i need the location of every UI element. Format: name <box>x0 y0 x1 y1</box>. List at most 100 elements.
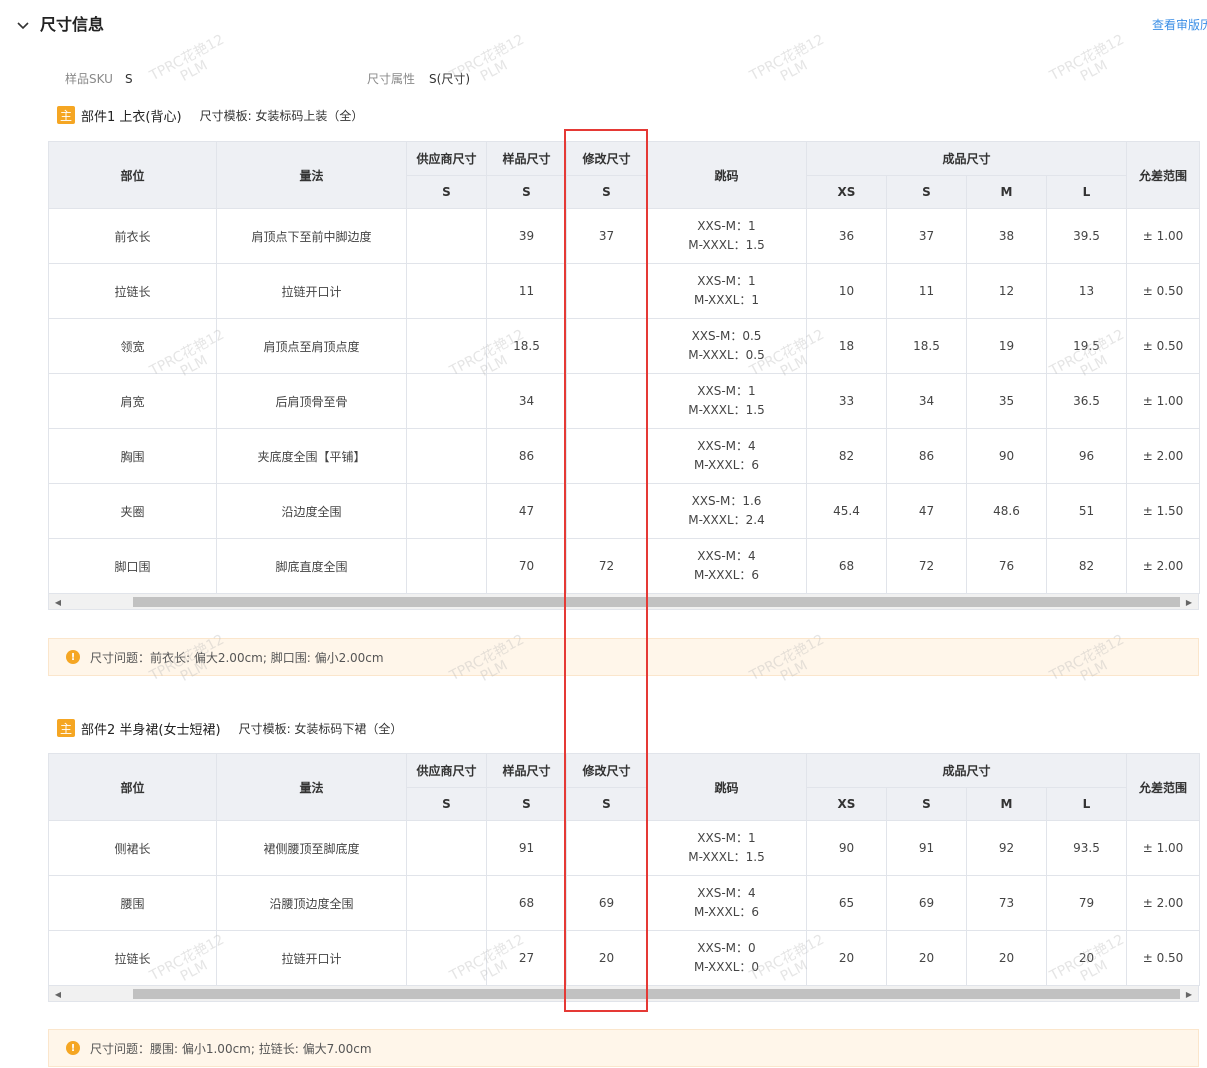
cell-size-l: 19.5 <box>1045 318 1128 374</box>
cell-modify-size <box>566 318 647 374</box>
cell-size-xs: 82 <box>806 428 887 484</box>
cell-size-xs: 20 <box>806 930 887 986</box>
size-table-part1: 部位 量法 供应商尺寸 样品尺寸 修改尺寸 跳码 成品尺寸 允差范围 S S S… <box>48 141 1201 610</box>
cell-jump: XXS-M：0 M-XXXL：0 <box>646 930 807 986</box>
warning-icon: ! <box>66 650 80 664</box>
horizontal-scrollbar[interactable]: ◀ ▶ <box>48 594 1199 610</box>
jump-line: XXS-M：4 <box>697 439 756 453</box>
size-attr-field: 尺寸属性 S(尺寸) <box>367 70 470 87</box>
scroll-right-icon[interactable]: ▶ <box>1182 595 1196 609</box>
view-review-history-link[interactable]: 查看审版历 <box>1152 16 1207 33</box>
cell-tolerance: ± 1.00 <box>1126 820 1201 876</box>
cell-size-m: 73 <box>966 875 1047 931</box>
cell-modify-size <box>566 373 647 429</box>
size-issue-text: 尺寸问题：腰围: 偏小1.00cm; 拉链长: 偏大7.00cm <box>90 1041 372 1056</box>
main-badge: 主 <box>57 106 75 124</box>
header-method: 量法 <box>216 141 407 209</box>
main-badge: 主 <box>57 719 75 737</box>
header-part: 部位 <box>48 753 217 821</box>
cell-method: 沿腰顶边度全围 <box>216 875 407 931</box>
cell-method: 拉链开口计 <box>216 263 407 319</box>
table-row: 领宽 肩顶点至肩顶点度 18.5 XXS-M：0.5 M-XXXL：0.5 18 18.5 1… <box>48 318 1201 374</box>
table-row: 胸围 夹底度全围【平铺】 86 XXS-M：4 M-XXXL：6 82 86 90 96 ± 2.… <box>48 428 1201 484</box>
chevron-down-icon[interactable] <box>17 16 29 35</box>
cell-size-l: 96 <box>1045 428 1128 484</box>
header-size-s: S <box>886 175 967 209</box>
cell-method: 夹底度全围【平铺】 <box>216 428 407 484</box>
cell-size-s: 86 <box>886 428 967 484</box>
cell-size-m: 90 <box>966 428 1047 484</box>
cell-part: 脚口围 <box>48 538 217 594</box>
cell-sample-size: 86 <box>486 428 567 484</box>
cell-size-xs: 36 <box>806 208 887 264</box>
sku-field: 样品SKU S <box>65 70 133 87</box>
cell-tolerance: ± 0.50 <box>1126 263 1201 319</box>
cell-tolerance: ± 2.00 <box>1126 428 1201 484</box>
header-size-s: S <box>566 787 647 821</box>
cell-modify-size <box>566 820 647 876</box>
cell-jump: XXS-M：1 M-XXXL：1.5 <box>646 373 807 429</box>
cell-modify-size: 20 <box>566 930 647 986</box>
header-supplier-size: 供应商尺寸 <box>406 753 487 788</box>
header-size-xs: XS <box>806 175 887 209</box>
jump-line: M-XXXL：6 <box>693 905 760 919</box>
size-template: 尺寸模板: 女装标码上装（全） <box>199 108 364 123</box>
cell-size-s: 47 <box>886 483 967 539</box>
cell-size-xs: 33 <box>806 373 887 429</box>
header-sample-size: 样品尺寸 <box>486 753 567 788</box>
cell-modify-size: 69 <box>566 875 647 931</box>
cell-size-s: 34 <box>886 373 967 429</box>
cell-jump: XXS-M：1 M-XXXL：1.5 <box>646 820 807 876</box>
cell-part: 侧裙长 <box>48 820 217 876</box>
cell-sample-size: 11 <box>486 263 567 319</box>
warning-icon: ! <box>66 1041 80 1055</box>
header-supplier-size: 供应商尺寸 <box>406 141 487 176</box>
cell-size-l: 93.5 <box>1045 820 1128 876</box>
cell-sample-size: 91 <box>486 820 567 876</box>
cell-modify-size: 37 <box>566 208 647 264</box>
jump-line: M-XXXL：0 <box>693 960 760 974</box>
cell-modify-size <box>566 263 647 319</box>
scrollbar-thumb[interactable] <box>133 597 1180 607</box>
cell-sample-size: 68 <box>486 875 567 931</box>
watermark-line: PLM <box>1077 57 1111 85</box>
scroll-right-icon[interactable]: ▶ <box>1182 987 1196 1001</box>
cell-size-l: 20 <box>1045 930 1128 986</box>
cell-size-m: 48.6 <box>966 483 1047 539</box>
cell-modify-size <box>566 483 647 539</box>
cell-size-xs: 90 <box>806 820 887 876</box>
cell-size-m: 12 <box>966 263 1047 319</box>
part-title: 主 部件1 上衣(背心) 尺寸模板: 女装标码上装（全） <box>57 104 363 126</box>
cell-modify-size: 72 <box>566 538 647 594</box>
cell-size-m: 20 <box>966 930 1047 986</box>
table-row: 拉链长 拉链开口计 27 20 XXS-M：0 M-XXXL：0 20 20 20 20 ± 0.5… <box>48 930 1201 986</box>
size-attr-label: 尺寸属性 <box>367 72 416 86</box>
cell-tolerance: ± 1.50 <box>1126 483 1201 539</box>
scrollbar-thumb[interactable] <box>133 989 1180 999</box>
cell-supplier-size <box>406 930 487 986</box>
jump-line: XXS-M：0.5 <box>691 329 762 343</box>
cell-part: 夹圈 <box>48 483 217 539</box>
cell-jump: XXS-M：1.6 M-XXXL：2.4 <box>646 483 807 539</box>
cell-size-xs: 18 <box>806 318 887 374</box>
header-sample-size: 样品尺寸 <box>486 141 567 176</box>
cell-supplier-size <box>406 208 487 264</box>
scroll-left-icon[interactable]: ◀ <box>51 987 65 1001</box>
cell-size-m: 92 <box>966 820 1047 876</box>
header-size-s: S <box>566 175 647 209</box>
header-size-s: S <box>486 175 567 209</box>
header-part: 部位 <box>48 141 217 209</box>
cell-part: 前衣长 <box>48 208 217 264</box>
cell-tolerance: ± 1.00 <box>1126 208 1201 264</box>
cell-size-m: 35 <box>966 373 1047 429</box>
cell-method: 肩顶点至肩顶点度 <box>216 318 407 374</box>
horizontal-scrollbar[interactable]: ◀ ▶ <box>48 986 1199 1002</box>
header-size-l: L <box>1045 175 1128 209</box>
cell-method: 拉链开口计 <box>216 930 407 986</box>
cell-size-l: 79 <box>1045 875 1128 931</box>
jump-line: M-XXXL：6 <box>693 458 760 472</box>
cell-size-xs: 65 <box>806 875 887 931</box>
table-row: 拉链长 拉链开口计 11 XXS-M：1 M-XXXL：1 10 11 12 13 ± 0.50 <box>48 263 1201 319</box>
scroll-left-icon[interactable]: ◀ <box>51 595 65 609</box>
cell-method: 肩顶点下至前中脚边度 <box>216 208 407 264</box>
